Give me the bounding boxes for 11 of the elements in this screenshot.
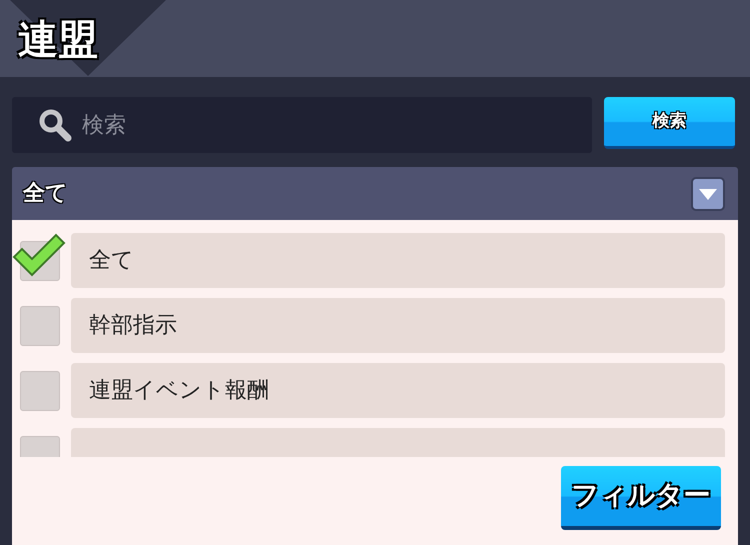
option-label[interactable]: 全て: [71, 233, 725, 288]
checkbox[interactable]: [20, 370, 60, 410]
search-field[interactable]: 検索: [12, 97, 592, 153]
page-title: 連盟: [18, 16, 98, 64]
option-label[interactable]: 連盟イベント報酬: [71, 363, 725, 418]
checkbox[interactable]: [20, 306, 60, 346]
dropdown-value: 全て: [23, 180, 68, 208]
checkmark-icon: [12, 232, 66, 276]
option-label[interactable]: 幹部指示: [71, 298, 725, 353]
dropdown-header[interactable]: 全て: [12, 167, 738, 220]
search-icon: [38, 108, 72, 142]
